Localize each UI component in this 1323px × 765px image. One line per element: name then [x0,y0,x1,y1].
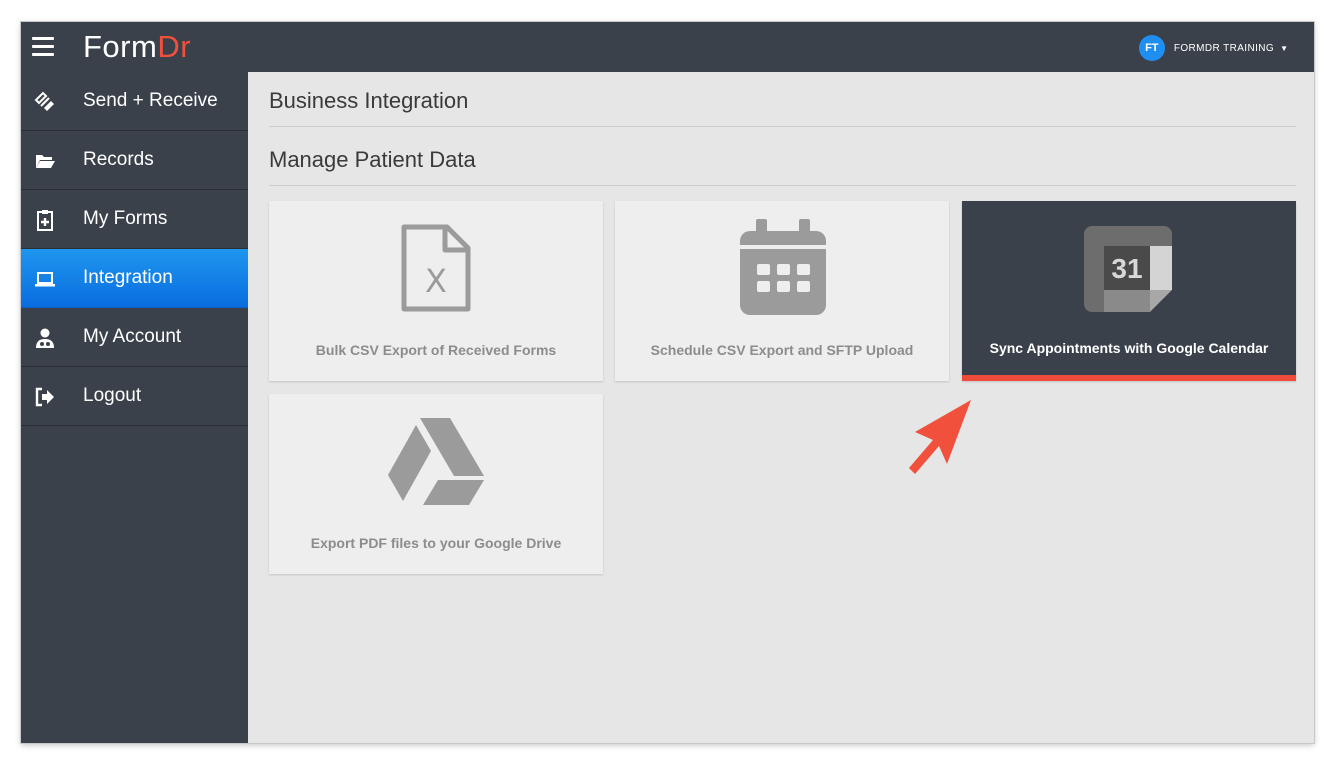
calendar-icon [740,219,826,315]
top-bar: FormDr FT FORMDR TRAINING ▼ [21,22,1314,72]
pointer-arrow-icon [909,400,971,474]
tile-sync-google-calendar[interactable]: 31 Sync Appointments with Google Calenda… [962,201,1296,381]
google-drive-icon [388,418,484,505]
laptop-icon [35,272,55,287]
tile-label: Bulk CSV Export of Received Forms [315,342,557,358]
tile-export-google-drive[interactable]: Export PDF files to your Google Drive [269,394,603,574]
divider [269,126,1296,127]
tile-label: Export PDF files to your Google Drive [310,535,562,551]
sidebar-item-logout[interactable]: Logout [21,367,248,426]
sidebar-item-label: Logout [83,385,142,406]
excel-file-icon: X [401,224,471,312]
sidebar-item-integration[interactable]: Integration [21,249,248,308]
sidebar-item-send-receive[interactable]: Send + Receive [21,72,248,131]
hamburger-menu-icon[interactable] [32,37,54,56]
tile-label: Schedule CSV Export and SFTP Upload [650,342,914,358]
tile-label: Sync Appointments with Google Calendar [989,340,1269,356]
svg-text:X: X [425,262,447,300]
app-window: FormDr FT FORMDR TRAINING ▼ Send + Recei… [21,22,1314,743]
sidebar-item-label: Integration [83,267,173,288]
sidebar-item-my-account[interactable]: My Account [21,308,248,367]
user-menu[interactable]: FT FORMDR TRAINING ▼ [1138,35,1288,61]
main-content: Business Integration Manage Patient Data… [269,72,1314,743]
sidebar-item-label: My Forms [83,208,168,229]
page-title: Business Integration [269,88,469,113]
google-calendar-icon: 31 [1084,226,1172,312]
sidebar-item-my-forms[interactable]: My Forms [21,190,248,249]
sidebar-item-label: My Account [83,326,182,347]
chevron-down-icon: ▼ [1280,43,1288,53]
sign-out-icon [35,387,54,407]
sidebar: Send + Receive Records My Forms Integrat… [21,72,248,743]
send-receive-icon [34,91,54,111]
sidebar-item-label: Send + Receive [83,90,218,111]
sidebar-item-records[interactable]: Records [21,131,248,190]
divider [269,185,1296,186]
logo-dr-text: Dr [157,29,192,64]
user-name: FORMDR TRAINING [1173,42,1275,54]
clipboard-plus-icon [37,210,53,231]
user-doctor-icon [36,328,54,348]
folder-open-icon [36,155,55,168]
section-title: Manage Patient Data [269,147,476,172]
avatar: FT [1138,35,1165,61]
selected-indicator [962,375,1296,381]
tile-bulk-csv-export[interactable]: X Bulk CSV Export of Received Forms [269,201,603,381]
formdr-logo[interactable]: FormDr [83,29,191,65]
sidebar-item-label: Records [83,149,154,170]
calendar-day-number: 31 [1111,253,1142,284]
logo-form-text: Form [83,29,158,64]
tile-schedule-csv-export[interactable]: Schedule CSV Export and SFTP Upload [615,201,949,381]
